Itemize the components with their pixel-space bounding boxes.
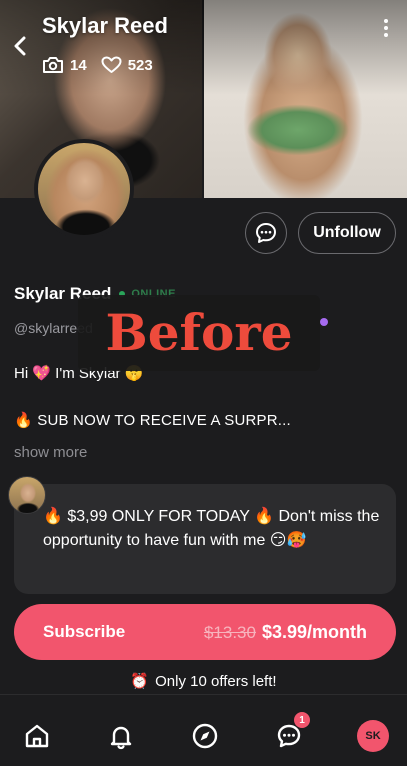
more-vertical-icon [384,19,388,37]
bottom-navigation: 1 SK [0,694,407,766]
compass-icon [192,723,218,749]
purple-dot-indicator [320,318,328,326]
pinned-message-card[interactable]: 🔥 $3,99 ONLY FOR TODAY 🔥 Don't miss the … [14,484,396,594]
old-price: $13.30 [203,622,256,642]
unfollow-button[interactable]: Unfollow [298,212,396,254]
show-more-link[interactable]: show more [14,444,87,461]
heart-icon [101,56,122,73]
like-count: 523 [127,56,153,74]
bell-icon [110,726,132,750]
subscribe-prices: $13.30 $3.99/month [204,622,367,643]
chat-icon [256,223,276,243]
nav-profile-avatar[interactable]: SK [357,720,389,752]
subscribe-label: Subscribe [43,622,126,641]
home-icon [25,724,49,748]
bio-line-2: 🔥 SUB NOW TO RECEIVE A SURPR... [14,412,291,429]
like-stat: 523 [101,56,153,74]
photo-count: 14 [70,56,87,74]
offers-left-notice: ⏰ Only 10 offers left! [0,672,407,691]
nav-messages[interactable]: 1 [274,712,310,751]
back-arrow-icon [14,36,26,56]
camera-icon [43,57,63,73]
offers-left-text: Only 10 offers left! [155,672,277,690]
photo-stat: 14 [42,56,87,74]
new-price: $3.99/month [261,621,367,642]
nav-notifications[interactable] [106,721,136,751]
before-overlay: Before [78,295,320,371]
nav-home[interactable] [22,721,52,751]
before-label: Before [105,303,293,362]
pinned-message-text: 🔥 $3,99 ONLY FOR TODAY 🔥 Don't miss the … [43,508,380,549]
profile-avatar[interactable] [34,139,134,239]
message-button[interactable] [245,212,287,254]
message-avatar [8,476,46,514]
back-button[interactable] [8,34,32,58]
alarm-clock-icon: ⏰ [130,673,150,690]
profile-stats: 14 523 [42,56,153,74]
subscribe-button[interactable]: Subscribe $13.30 $3.99/month [14,604,396,660]
messages-badge: 1 [294,712,310,728]
header-title: Skylar Reed [42,13,168,38]
more-options-button[interactable] [379,16,393,40]
nav-explore[interactable] [190,721,220,751]
